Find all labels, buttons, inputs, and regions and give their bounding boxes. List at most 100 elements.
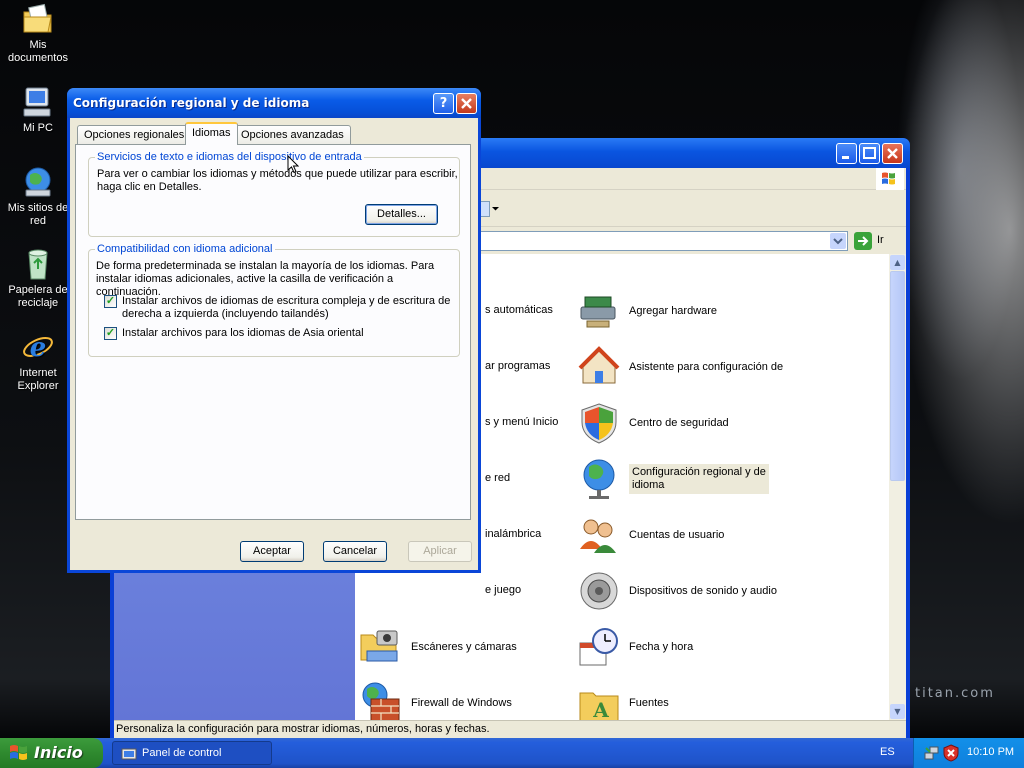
apply-button[interactable]: Aplicar xyxy=(408,541,472,562)
views-button[interactable] xyxy=(480,201,490,217)
tab-regional-options[interactable]: Opciones regionales xyxy=(77,125,192,145)
cp-item-network-setup[interactable]: Asistente para configuración de xyxy=(577,346,784,387)
minimize-button[interactable] xyxy=(836,143,857,164)
security-center-icon xyxy=(581,403,617,444)
scroll-thumb[interactable] xyxy=(890,271,905,481)
partial-item-label[interactable]: s y menú Inicio xyxy=(485,416,558,428)
minimize-icon xyxy=(842,156,849,159)
supplemental-language-group: Compatibilidad con idioma adicional De f… xyxy=(88,243,460,357)
tab-languages[interactable]: Idiomas xyxy=(185,122,238,145)
go-label: Ir xyxy=(877,234,884,246)
cp-item-scanners[interactable]: Escáneres y cámaras xyxy=(359,627,517,667)
cp-item-regional-settings[interactable]: Configuración regional y de idioma xyxy=(577,457,769,501)
address-dropdown-button[interactable] xyxy=(830,233,846,249)
ok-button[interactable]: Aceptar xyxy=(240,541,304,562)
mouse-cursor-icon xyxy=(287,155,299,174)
status-bar: Personaliza la configuración para mostra… xyxy=(114,720,906,738)
cp-item-firewall[interactable]: Firewall de Windows xyxy=(359,682,512,720)
sound-icon xyxy=(580,572,618,610)
regional-settings-dialog: Configuración regional y de idioma ? Opc… xyxy=(67,88,481,573)
cp-item-security-center[interactable]: Centro de seguridad xyxy=(577,403,729,444)
start-label: Inicio xyxy=(34,743,83,762)
scanners-icon xyxy=(360,630,398,662)
network-tray-icon[interactable] xyxy=(924,745,940,761)
close-icon xyxy=(887,148,898,159)
user-accounts-icon xyxy=(580,519,616,553)
partial-item-label[interactable]: s automáticas xyxy=(485,304,553,316)
east-asian-checkbox[interactable]: ✓ xyxy=(104,327,117,340)
cp-item-label: Cuentas de usuario xyxy=(629,528,725,541)
text-services-group: Servicios de texto e idiomas del disposi… xyxy=(88,151,460,237)
desktop-icon-internet-explorer[interactable]: e Internet Explorer xyxy=(0,330,76,393)
taskbar-item-control-panel[interactable]: Panel de control xyxy=(112,741,272,765)
windows-flag-icon xyxy=(10,745,27,760)
complex-script-checkbox-row[interactable]: ✓ Instalar archivos de idiomas de escrit… xyxy=(104,295,450,321)
dialog-titlebar[interactable]: Configuración regional y de idioma xyxy=(67,88,481,118)
complex-script-checkbox[interactable]: ✓ xyxy=(104,295,117,308)
cp-item-label: Centro de seguridad xyxy=(629,416,729,429)
network-setup-icon xyxy=(578,346,620,384)
cp-item-fonts[interactable]: A Fuentes xyxy=(577,683,669,720)
desktop-icon-my-documents[interactable]: Mis documentos xyxy=(0,2,76,65)
partial-item-label[interactable]: inalámbrica xyxy=(485,528,541,540)
cp-item-label: Firewall de Windows xyxy=(411,696,512,709)
group-title: Servicios de texto e idiomas del disposi… xyxy=(95,151,364,163)
security-alert-icon[interactable] xyxy=(943,744,959,762)
checkbox-label-line: derecha a izquierda (incluyendo tailandé… xyxy=(122,308,329,320)
svg-text:A: A xyxy=(592,698,609,720)
scroll-up-button[interactable]: ▲ xyxy=(890,255,905,270)
desktop-icon-label: documentos xyxy=(8,52,68,64)
regional-settings-icon xyxy=(583,459,615,499)
dialog-close-button[interactable] xyxy=(456,93,477,114)
supplemental-description: De forma predeterminada se instalan la m… xyxy=(96,260,459,299)
cp-item-date-time[interactable]: Fecha y hora xyxy=(577,627,693,667)
dialog-title: Configuración regional y de idioma xyxy=(73,96,310,110)
scroll-down-button[interactable]: ▼ xyxy=(890,704,905,719)
go-arrow-icon xyxy=(854,232,872,250)
cp-item-add-hardware[interactable]: Agregar hardware xyxy=(577,291,717,331)
help-icon: ? xyxy=(439,96,448,111)
checkbox-label: Instalar archivos para los idiomas de As… xyxy=(122,327,364,339)
network-places-icon xyxy=(25,167,51,197)
partial-item-label[interactable]: ar programas xyxy=(485,360,550,372)
dropdown-arrow-icon[interactable] xyxy=(492,205,499,212)
go-button[interactable]: Ir xyxy=(854,231,904,251)
internet-explorer-icon: e xyxy=(23,333,53,363)
help-button[interactable]: ? xyxy=(433,93,454,114)
clock[interactable]: 10:10 PM xyxy=(967,746,1014,758)
windows-logo-icon xyxy=(876,168,904,190)
cp-item-label: Asistente para configuración de xyxy=(629,360,784,373)
desktop-icon-network-places[interactable]: Mis sitios de red xyxy=(0,165,76,228)
partial-item-label[interactable]: e red xyxy=(485,472,510,484)
description-line: De forma predeterminada se instalan la m… xyxy=(96,260,435,272)
details-button[interactable]: Detalles... xyxy=(365,204,438,225)
cp-item-user-accounts[interactable]: Cuentas de usuario xyxy=(577,515,724,555)
cp-item-label: Configuración regional y de idioma xyxy=(629,464,769,494)
desktop-icon-recycle-bin[interactable]: Papelera de reciclaje xyxy=(0,247,76,310)
wallpaper-brand: titan.com xyxy=(915,686,995,701)
cp-item-label: Agregar hardware xyxy=(629,304,718,317)
tab-advanced-options[interactable]: Opciones avanzadas xyxy=(234,125,351,145)
firewall-icon xyxy=(362,682,400,720)
cancel-button[interactable]: Cancelar xyxy=(323,541,387,562)
vertical-scrollbar[interactable]: ▲ ▼ xyxy=(889,254,906,720)
cp-item-label-line: idioma xyxy=(632,479,665,491)
desktop-icon-my-computer[interactable]: Mi PC xyxy=(0,85,76,135)
maximize-button[interactable] xyxy=(859,143,880,164)
date-time-icon xyxy=(579,628,618,666)
my-documents-icon xyxy=(23,3,52,33)
desktop-icon-label: red xyxy=(30,215,46,227)
language-indicator[interactable]: ES xyxy=(880,746,895,758)
text-services-description: Para ver o cambiar los idiomas y métodos… xyxy=(97,168,458,194)
description-line: haga clic en Detalles. xyxy=(97,181,202,193)
desktop-icon-label: Explorer xyxy=(17,380,59,392)
add-hardware-icon xyxy=(580,296,616,328)
group-title: Compatibilidad con idioma adicional xyxy=(95,243,275,255)
cp-item-label: Fecha y hora xyxy=(629,640,694,653)
partial-item-label[interactable]: e juego xyxy=(485,584,521,596)
tab-panel-languages: Servicios de texto e idiomas del disposi… xyxy=(75,144,471,520)
east-asian-checkbox-row[interactable]: ✓ Instalar archivos para los idiomas de … xyxy=(104,327,364,340)
close-button[interactable] xyxy=(882,143,903,164)
cp-item-sound[interactable]: Dispositivos de sonido y audio xyxy=(577,571,777,611)
start-button[interactable]: Inicio xyxy=(0,738,103,768)
